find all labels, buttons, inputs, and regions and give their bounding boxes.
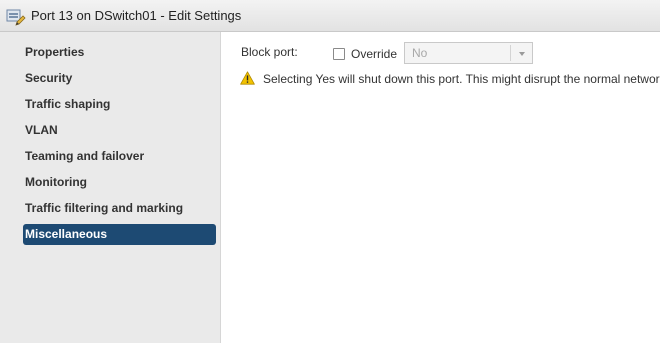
- sidebar-item-teaming-and-failover[interactable]: Teaming and failover: [23, 146, 216, 167]
- settings-sidebar: Properties Security Traffic shaping VLAN…: [0, 32, 221, 343]
- settings-content: Block port: Override No Selecting Yes wi…: [221, 32, 660, 343]
- select-divider: [510, 45, 511, 61]
- sidebar-item-security[interactable]: Security: [23, 68, 216, 89]
- port-settings-icon: [6, 9, 26, 26]
- sidebar-item-properties[interactable]: Properties: [23, 42, 216, 63]
- sidebar-item-vlan[interactable]: VLAN: [23, 120, 216, 141]
- sidebar-item-monitoring[interactable]: Monitoring: [23, 172, 216, 193]
- title-bar[interactable]: Port 13 on DSwitch01 - Edit Settings: [0, 0, 660, 32]
- block-port-select-value: No: [412, 46, 428, 60]
- block-port-select[interactable]: No: [404, 42, 533, 64]
- sidebar-item-traffic-filtering-and-marking[interactable]: Traffic filtering and marking: [23, 198, 216, 219]
- override-label[interactable]: Override: [351, 47, 397, 61]
- warning-message: Selecting Yes will shut down this port. …: [263, 72, 660, 86]
- warning-triangle-icon: [240, 71, 255, 85]
- override-checkbox[interactable]: [333, 48, 345, 60]
- override-control[interactable]: Override: [333, 46, 397, 62]
- window-title: Port 13 on DSwitch01 - Edit Settings: [31, 8, 242, 23]
- block-port-label: Block port:: [241, 45, 298, 59]
- sidebar-item-miscellaneous[interactable]: Miscellaneous: [23, 224, 216, 245]
- chevron-down-icon[interactable]: [519, 52, 525, 56]
- sidebar-item-traffic-shaping[interactable]: Traffic shaping: [23, 94, 216, 115]
- edit-settings-dialog: Port 13 on DSwitch01 - Edit Settings Pro…: [0, 0, 660, 343]
